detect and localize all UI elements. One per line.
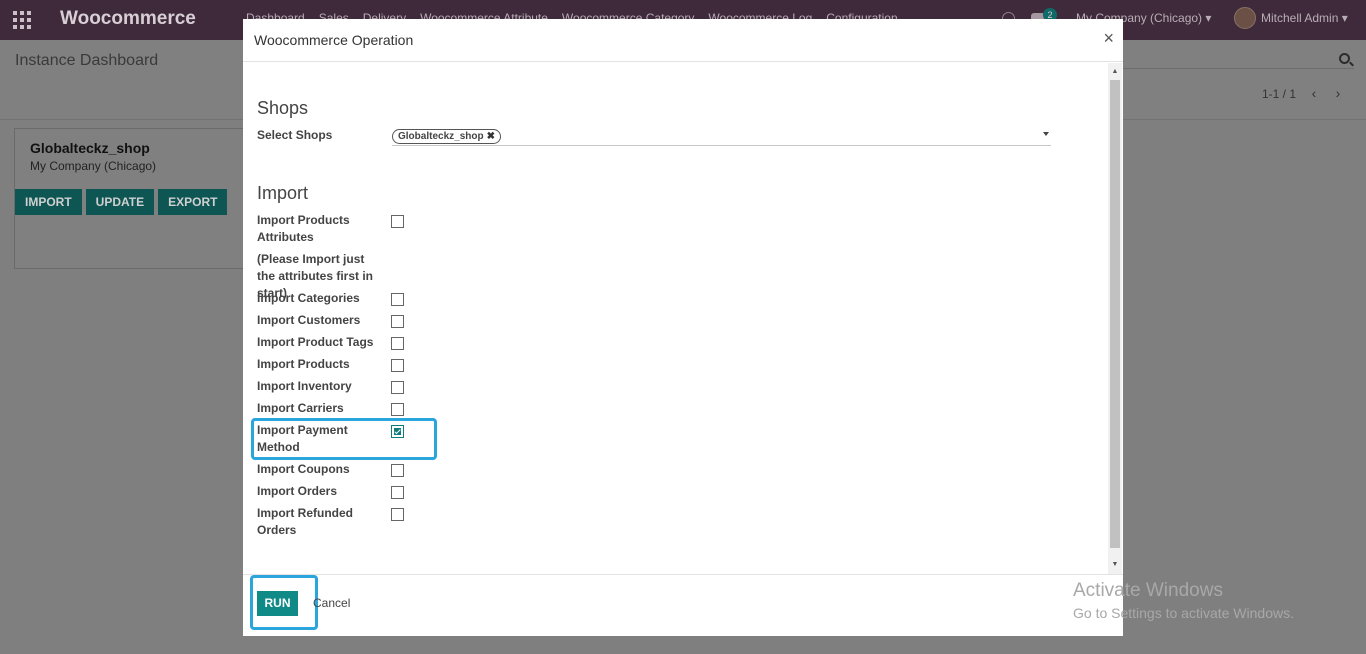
close-icon[interactable]: × xyxy=(1103,29,1114,47)
import-product-tags-label: Import Product Tags xyxy=(257,335,374,349)
import-coupons-label: Import Coupons xyxy=(257,462,350,476)
pager-previous-icon[interactable]: ‹ xyxy=(1307,86,1321,100)
select-shops-label: Select Shops xyxy=(257,128,333,142)
dialog-scrollbar[interactable]: ▲ ▼ xyxy=(1108,63,1122,574)
scroll-thumb[interactable] xyxy=(1110,80,1120,548)
import-orders-label: Import Orders xyxy=(257,484,338,498)
shop-tag-label: Globalteckz_shop xyxy=(398,131,484,142)
app-brand[interactable]: Woocommerce xyxy=(60,8,196,30)
user-avatar[interactable] xyxy=(1234,7,1256,29)
export-button[interactable]: EXPORT xyxy=(158,189,228,215)
user-menu[interactable]: Mitchell Admin ▾ xyxy=(1261,11,1348,25)
import-coupons-checkbox[interactable] xyxy=(391,464,404,477)
apps-menu-icon[interactable] xyxy=(13,11,31,29)
import-carriers-label: Import Carriers xyxy=(257,401,344,415)
import-products-checkbox[interactable] xyxy=(391,359,404,372)
import-categories-label: Import Categories xyxy=(257,291,360,305)
import-customers-checkbox[interactable] xyxy=(391,315,404,328)
import-categories-checkbox[interactable] xyxy=(391,293,404,306)
pager-value[interactable]: 1-1 / 1 xyxy=(1262,87,1296,101)
dropdown-caret-icon[interactable] xyxy=(1043,132,1049,136)
import-refunded-orders-checkbox[interactable] xyxy=(391,508,404,521)
dialog-footer: RUN Cancel xyxy=(243,574,1123,636)
scroll-down-icon[interactable]: ▼ xyxy=(1108,558,1122,572)
shop-name: Globalteckz_shop xyxy=(30,140,150,156)
user-name: Mitchell Admin xyxy=(1261,11,1339,25)
shops-section-title: Shops xyxy=(257,98,309,118)
import-customers-label: Import Customers xyxy=(257,313,361,327)
import-button[interactable]: IMPORT xyxy=(15,189,82,215)
card-actions: IMPORT UPDATE EXPORT xyxy=(15,189,228,215)
import-section-title: Import xyxy=(257,183,309,203)
import-payment-method-label: Import Payment Method xyxy=(257,423,348,454)
import-products-label: Import Products xyxy=(257,357,350,371)
windows-activation-watermark: Activate Windows Go to Settings to activ… xyxy=(1073,580,1294,621)
select-shops-field[interactable]: Globalteckz_shop ✖ xyxy=(392,126,1051,146)
import-payment-method-checkbox[interactable] xyxy=(391,425,404,438)
import-carriers-checkbox[interactable] xyxy=(391,403,404,416)
dialog-header: Woocommerce Operation × xyxy=(243,19,1123,62)
watermark-title: Activate Windows xyxy=(1073,580,1223,601)
dialog-body: Shops Select Shops Globalteckz_shop ✖ Imp… xyxy=(243,63,1123,574)
run-button[interactable]: RUN xyxy=(257,591,298,616)
search-icon[interactable] xyxy=(1339,53,1350,64)
breadcrumb: Instance Dashboard xyxy=(15,52,159,69)
watermark-subtitle: Go to Settings to activate Windows. xyxy=(1073,605,1294,621)
update-button[interactable]: UPDATE xyxy=(85,189,155,215)
cancel-button[interactable]: Cancel xyxy=(313,596,350,610)
pager-next-icon[interactable]: › xyxy=(1331,86,1345,100)
shop-kanban-card[interactable]: Globalteckz_shop My Company (Chicago) IM… xyxy=(14,128,246,269)
import-inventory-label: Import Inventory xyxy=(257,379,352,393)
scroll-up-icon[interactable]: ▲ xyxy=(1108,65,1122,79)
shop-company: My Company (Chicago) xyxy=(30,159,157,173)
import-inventory-checkbox[interactable] xyxy=(391,381,404,394)
import-products-attributes-checkbox[interactable] xyxy=(391,215,404,228)
shop-tag: Globalteckz_shop ✖ xyxy=(392,129,501,144)
import-orders-checkbox[interactable] xyxy=(391,486,404,499)
import-products-attributes-label: Import Products Attributes xyxy=(257,213,350,244)
remove-tag-icon[interactable]: ✖ xyxy=(487,131,495,142)
dialog-title: Woocommerce Operation xyxy=(254,32,414,48)
import-refunded-orders-label: Import Refunded Orders xyxy=(257,506,353,537)
search-input[interactable] xyxy=(1110,68,1354,69)
import-product-tags-checkbox[interactable] xyxy=(391,337,404,350)
woocommerce-operation-dialog: Woocommerce Operation × Shops Select Sho… xyxy=(243,19,1123,636)
